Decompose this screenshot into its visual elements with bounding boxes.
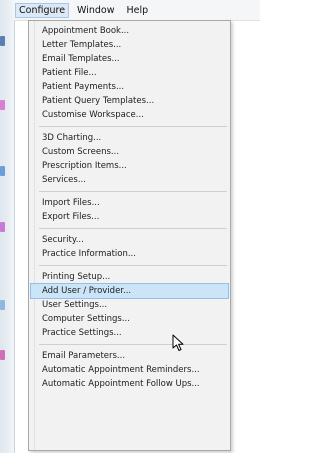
background-app-strip (0, 0, 15, 453)
menu-item-email-templates[interactable]: Email Templates... (31, 52, 228, 66)
menu-item-user-settings[interactable]: User Settings... (31, 298, 228, 312)
menu-item-services[interactable]: Services... (31, 173, 228, 187)
menu-bar: Configure Window Help (14, 0, 260, 21)
strip-marker (0, 300, 5, 310)
menu-item-custom-screens[interactable]: Custom Screens... (31, 145, 228, 159)
menu-item-security[interactable]: Security... (31, 233, 228, 247)
configure-dropdown-menu: Appointment Book... Letter Templates... Em… (28, 20, 231, 451)
menu-item-patient-file[interactable]: Patient File... (31, 66, 228, 80)
menu-item-patient-query-templates[interactable]: Patient Query Templates... (31, 94, 228, 108)
menu-separator (39, 191, 227, 192)
menu-item-import-files[interactable]: Import Files... (31, 196, 228, 210)
menu-item-customise-workspace[interactable]: Customise Workspace... (31, 108, 228, 122)
menu-item-patient-payments[interactable]: Patient Payments... (31, 80, 228, 94)
strip-marker (0, 100, 5, 110)
menu-item-printing-setup[interactable]: Printing Setup... (31, 270, 228, 284)
menu-item-3d-charting[interactable]: 3D Charting... (31, 131, 228, 145)
menu-item-letter-templates[interactable]: Letter Templates... (31, 38, 228, 52)
strip-marker (0, 166, 5, 176)
menu-item-email-parameters[interactable]: Email Parameters... (31, 349, 228, 363)
menu-item-practice-settings[interactable]: Practice Settings... (31, 326, 228, 340)
menu-item-automatic-appointment-reminders[interactable]: Automatic Appointment Reminders... (31, 363, 228, 377)
menu-separator (39, 344, 227, 345)
menu-item-practice-information[interactable]: Practice Information... (31, 247, 228, 261)
menu-separator (39, 126, 227, 127)
strip-marker (0, 36, 5, 46)
strip-marker (0, 222, 5, 232)
menu-separator (39, 228, 227, 229)
mouse-pointer-icon (172, 334, 184, 351)
menu-item-add-user-provider[interactable]: Add User / Provider... (30, 283, 229, 299)
menu-item-prescription-items[interactable]: Prescription Items... (31, 159, 228, 173)
menu-item-computer-settings[interactable]: Computer Settings... (31, 312, 228, 326)
menu-item-export-files[interactable]: Export Files... (31, 210, 228, 224)
menu-separator (39, 265, 227, 266)
menu-item-automatic-appointment-follow-ups[interactable]: Automatic Appointment Follow Ups... (31, 377, 228, 391)
menu-help[interactable]: Help (123, 3, 153, 18)
menu-window[interactable]: Window (73, 3, 118, 18)
strip-marker (0, 350, 5, 360)
menu-configure[interactable]: Configure (15, 2, 70, 18)
menu-item-appointment-book[interactable]: Appointment Book... (31, 24, 228, 38)
